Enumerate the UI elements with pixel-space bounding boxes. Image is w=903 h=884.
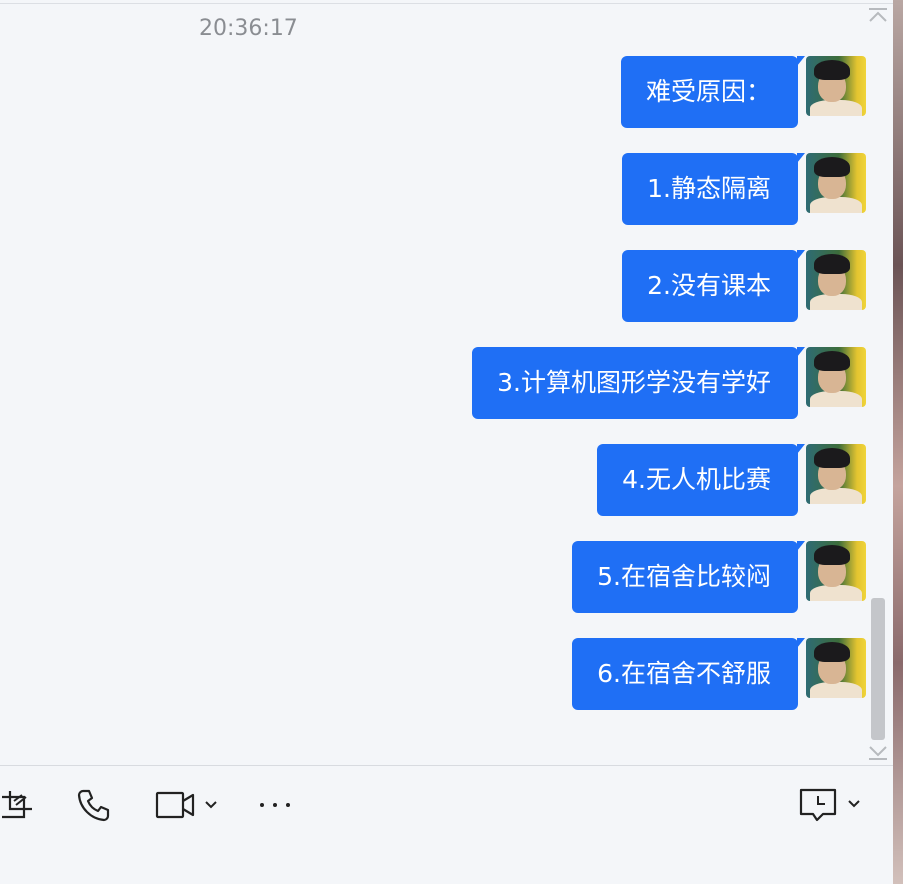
more-icon[interactable] bbox=[256, 795, 294, 815]
avatar[interactable] bbox=[806, 638, 866, 698]
input-divider bbox=[0, 765, 893, 766]
message-bubble[interactable]: 4.无人机比赛 bbox=[597, 444, 805, 516]
message-bubble[interactable]: 3.计算机图形学没有学好 bbox=[472, 347, 805, 419]
avatar[interactable] bbox=[806, 444, 866, 504]
message-timestamp: 20:36:17 bbox=[199, 16, 298, 41]
avatar[interactable] bbox=[806, 347, 866, 407]
message-bubble[interactable]: 1.静态隔离 bbox=[622, 153, 805, 225]
video-call-icon[interactable] bbox=[155, 790, 221, 820]
message-bubble[interactable]: 2.没有课本 bbox=[622, 250, 805, 322]
scroll-down-icon[interactable] bbox=[866, 742, 890, 762]
avatar[interactable] bbox=[806, 153, 866, 213]
chat-history-icon[interactable] bbox=[799, 788, 865, 822]
top-divider bbox=[0, 3, 893, 4]
message-bubble[interactable]: 5.在宿舍比较闷 bbox=[572, 541, 805, 613]
screenshot-icon[interactable] bbox=[0, 787, 34, 821]
scroll-up-icon[interactable] bbox=[866, 6, 890, 26]
message-bubble[interactable]: 难受原因： bbox=[620, 56, 806, 128]
avatar[interactable] bbox=[806, 541, 866, 601]
avatar[interactable] bbox=[806, 250, 866, 310]
background-edge bbox=[893, 0, 903, 884]
avatar[interactable] bbox=[806, 56, 866, 116]
chat-window: 20:36:17 难受原因： 1.静态隔离 2.没有课本 3.计算机图形学没有学… bbox=[0, 0, 903, 884]
phone-icon[interactable] bbox=[76, 787, 112, 823]
scrollbar-thumb[interactable] bbox=[871, 598, 885, 740]
message-bubble[interactable]: 6.在宿舍不舒服 bbox=[572, 638, 805, 710]
